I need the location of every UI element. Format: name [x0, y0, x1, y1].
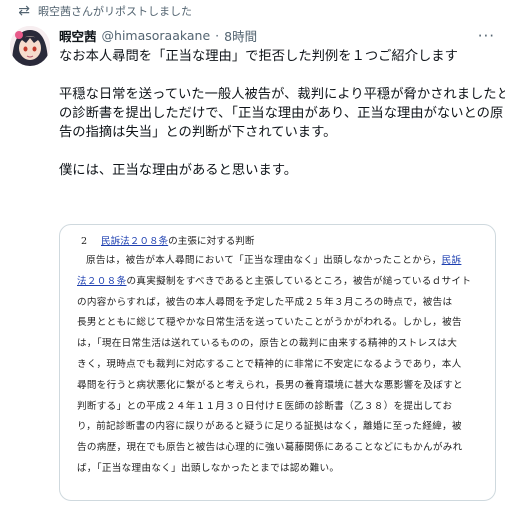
document-line-text: の内容からすれば，被告の本人尋問を予定した平成２５年３月ころの時点で，被告は — [77, 296, 453, 308]
document-line: 長男とともに総じて穏やかな日常生活を送っていたことがうかがわれる。しかし，被告 — [77, 313, 485, 334]
attached-document-image[interactable]: 2 民訴法２０８条の主張に対する判断 原告は，被告が本人尋問において「正当な理由な… — [59, 224, 496, 501]
tweet-line: 僕には、正当な理由があると思います。 — [59, 163, 298, 178]
document-line: ば，「正当な理由なく」出頭しなかったとまでは認め難い。 — [77, 459, 485, 480]
document-line-text: 告の病歴，現在でも原告と被告は心理的に強い葛藤関係にあることなどにもかんがみれ — [77, 442, 463, 454]
header-separator: · — [215, 27, 220, 43]
document-line: 尋問を行うと病状悪化に繋がると考えられ，長男の養育環境に甚大な悪影響を及ぼすと — [77, 376, 485, 397]
heading-statute-link[interactable]: 民訴法２０８条 — [101, 236, 168, 247]
avatar[interactable] — [10, 26, 50, 66]
statute-link[interactable]: 法２０８条 — [77, 276, 126, 287]
tweet-line: 平穏な日常を送っていた一般人被告が、裁判により平穏が脅かされましたと — [59, 87, 505, 102]
document-line-text: 判断する」との平成２４年１１月３０日付けＥ医師の診断書（乙３８）を提出してお — [77, 400, 453, 412]
author-name[interactable]: 暇空茜 — [59, 26, 97, 45]
document-line-text: 長男とともに総じて穏やかな日常生活を送っていたことがうかがわれる。しかし，被告 — [77, 317, 462, 329]
tweet-line: の診断書を提出しただけで、「正当な理由があり、正当な理由がないとの原 — [59, 106, 504, 121]
document-line: きく，現時点でも裁判に対応することで精神的に非常に不安定になるようであり，本人 — [77, 355, 485, 376]
document-line: 原告は，被告が本人尋問において「正当な理由なく」出頭しなかったことから，民訴 — [77, 251, 485, 272]
repost-indicator: ⇄ 暇空茜さんがリポストしました — [10, 2, 192, 20]
document-line-text: の真実擬制をすべきであると主張しているところ，被告が縋っているｄサイト — [126, 275, 472, 287]
repost-icon: ⇄ — [18, 3, 30, 19]
statute-link[interactable]: 民訴 — [442, 255, 462, 266]
ellipsis-icon[interactable]: ··· — [478, 27, 495, 45]
tweet-line: なお本人尋問を「正当な理由」で拒否した判例を１つご紹介します — [59, 49, 458, 64]
heading-rest: の主張に対する判断 — [168, 236, 255, 247]
document-line: の内容からすれば，被告の本人尋問を予定した平成２５年３月ころの時点で，被告は — [77, 293, 485, 314]
document-line-text: 原告は，被告が本人尋問において「正当な理由なく」出頭しなかったことから， — [86, 255, 442, 266]
document-body: 原告は，被告が本人尋問において「正当な理由なく」出頭しなかったことから，民訴 法２… — [77, 251, 485, 480]
document-line: 告の病歴，現在でも原告と被告は心理的に強い葛藤関係にあることなどにもかんがみれ — [77, 438, 485, 459]
author-handle[interactable]: @himasoraakane — [102, 28, 211, 43]
document-line: り，前記診断書の内容に誤りがあると疑うに足りる証拠はなく，離婚に至った経緯，被 — [77, 417, 485, 438]
document-line: 法２０８条の真実擬制をすべきであると主張しているところ，被告が縋っているｄサイト — [77, 272, 485, 293]
document-heading: 2 民訴法２０８条の主張に対する判断 — [77, 233, 485, 250]
tweet-line: 告の指摘は失当」との判断が下されています。 — [59, 125, 337, 140]
document-line-text: 尋問を行うと病状悪化に繋がると考えられ，長男の養育環境に甚大な悪影響を及ぼすと — [77, 379, 463, 391]
heading-number: 2 — [81, 236, 88, 247]
tweet-time[interactable]: 8時間 — [224, 26, 257, 45]
repost-text: 暇空茜さんがリポストしました — [38, 5, 192, 18]
document-line: 判断する」との平成２４年１１月３０日付けＥ医師の診断書（乙３８）を提出してお — [77, 397, 485, 418]
document-line: は，「現在日常生活は送れているものの，原告との裁判に由来する精神的ストレスは大 — [77, 334, 485, 355]
document-line-text: ば，「正当な理由なく」出頭しなかったとまでは認め難い。 — [77, 462, 340, 474]
document-line-text: り，前記診断書の内容に誤りがあると疑うに足りる証拠はなく，離婚に至った経緯，被 — [77, 421, 462, 433]
tweet-header: 暇空茜 @himasoraakane · 8時間 — [59, 25, 257, 45]
tweet-text: なお本人尋問を「正当な理由」で拒否した判例を１つご紹介します 平穏な日常を送って… — [59, 47, 505, 180]
document-line-text: きく，現時点でも裁判に対応することで精神的に非常に不安定になるようであり，本人 — [77, 358, 462, 370]
document-line-text: は，「現在日常生活は送れているものの，原告との裁判に由来する精神的ストレスは大 — [77, 338, 458, 350]
